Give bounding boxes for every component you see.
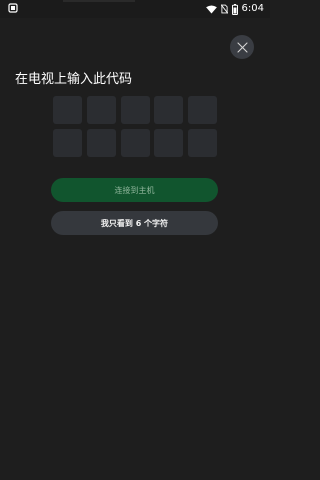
code-cell-1[interactable] bbox=[53, 96, 82, 124]
code-cell-8[interactable] bbox=[120, 129, 150, 157]
page-title: 在电视上输入此代码 bbox=[15, 72, 133, 87]
close-icon bbox=[236, 41, 248, 53]
battery-icon bbox=[231, 3, 238, 15]
wifi-icon bbox=[205, 4, 217, 14]
connect-to-host-button[interactable]: 连接到主机 bbox=[51, 178, 218, 202]
code-cell-3[interactable] bbox=[120, 96, 150, 124]
code-cell-7[interactable] bbox=[86, 129, 116, 157]
notification-icon bbox=[8, 3, 18, 13]
status-bar: 6:04 bbox=[0, 0, 270, 18]
no-sim-icon bbox=[220, 4, 228, 14]
status-icons: 6:04 bbox=[205, 2, 264, 16]
code-cell-9[interactable] bbox=[154, 129, 184, 157]
status-time: 6:04 bbox=[241, 3, 264, 14]
code-cell-6[interactable] bbox=[53, 129, 82, 157]
code-input-grid[interactable] bbox=[53, 96, 217, 158]
close-button[interactable] bbox=[230, 35, 254, 59]
only-six-chars-button[interactable]: 我只看到 6 个字符 bbox=[51, 211, 218, 235]
code-cell-10[interactable] bbox=[188, 129, 217, 157]
code-cell-5[interactable] bbox=[188, 96, 217, 124]
notch-indicator bbox=[63, 0, 135, 2]
code-cell-4[interactable] bbox=[154, 96, 184, 124]
code-cell-2[interactable] bbox=[86, 96, 116, 124]
